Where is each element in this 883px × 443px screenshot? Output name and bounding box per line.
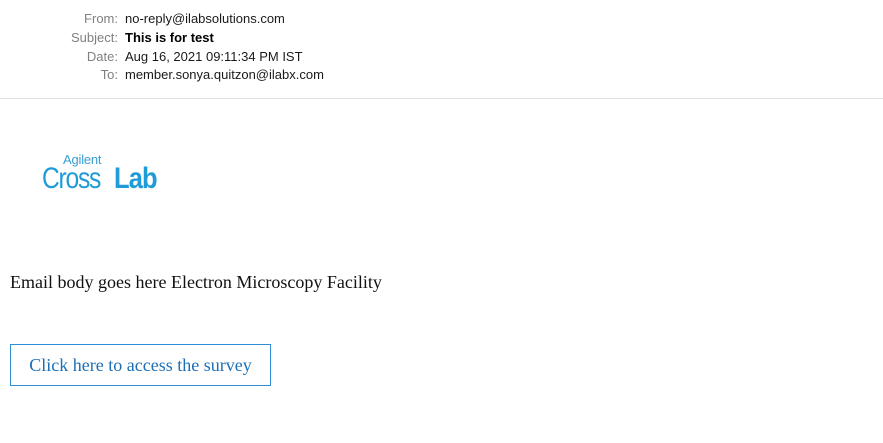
subject-value: This is for test (125, 30, 214, 45)
subject-label: Subject: (71, 30, 118, 45)
logo-lab-text: Lab (114, 162, 158, 195)
date-value: Aug 16, 2021 09:11:34 PM IST (125, 49, 303, 64)
logo-cross-text: Cross (42, 162, 101, 195)
agilent-crosslab-logo: Agilent Cross Lab (42, 152, 182, 200)
survey-link-button[interactable]: Click here to access the survey (10, 344, 271, 386)
date-label: Date: (86, 49, 118, 64)
to-label: To: (100, 67, 118, 82)
email-header: From: no-reply@ilabsolutions.com Subject… (0, 0, 883, 99)
to-value[interactable]: member.sonya.quitzon@ilabx.com (125, 66, 324, 84)
from-label: From: (84, 11, 118, 26)
email-body-text: Email body goes here Electron Microscopy… (10, 272, 382, 292)
from-value[interactable]: no-reply@ilabsolutions.com (125, 10, 285, 28)
